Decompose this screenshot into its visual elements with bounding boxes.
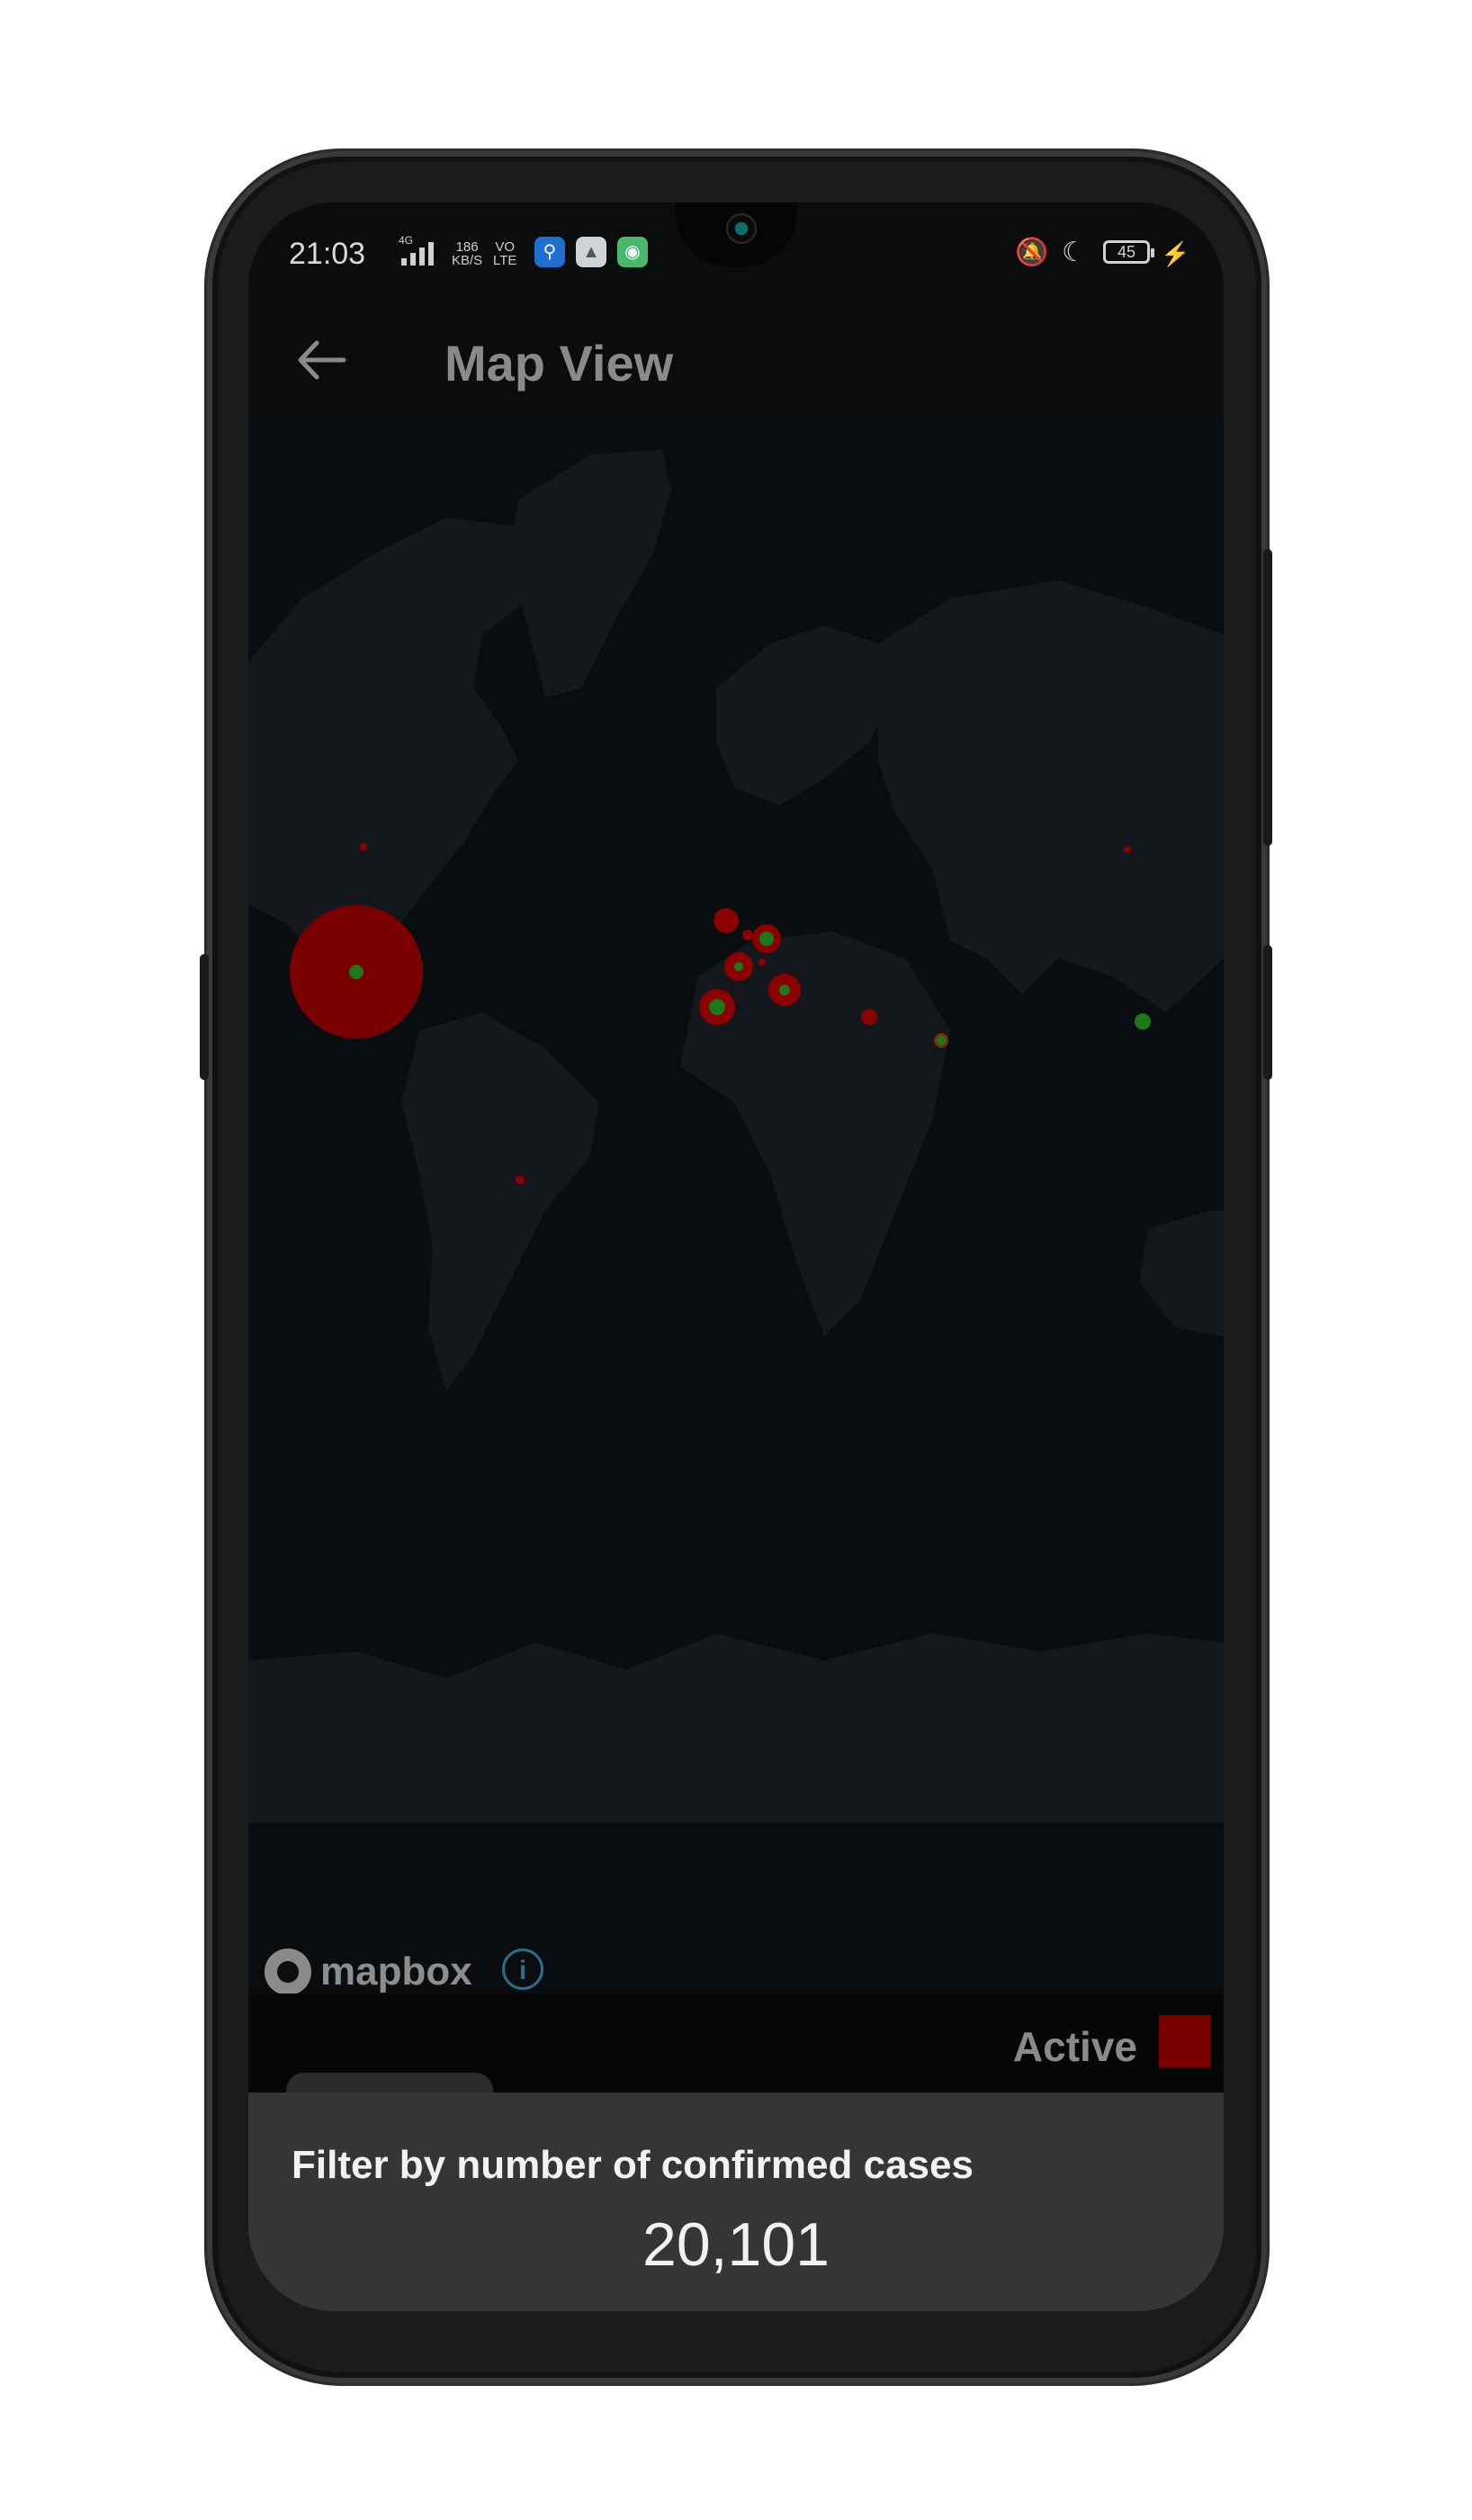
mapbox-logo-icon [265, 1948, 311, 1995]
landmass-europe [716, 626, 896, 806]
power-button [1263, 549, 1272, 846]
back-button[interactable] [293, 338, 347, 382]
marker-canada[interactable] [360, 843, 367, 850]
mute-icon: 🔕 [1015, 238, 1049, 267]
page-title: Map View [444, 335, 674, 392]
moon-icon: ☾ [1062, 238, 1086, 267]
info-icon[interactable]: i [502, 1948, 543, 1990]
marker-spain-recovered [709, 999, 725, 1015]
filter-value: 20,101 [642, 2210, 830, 2279]
landmass-australia [1139, 1210, 1224, 1336]
volte-indicator: VO LTE [493, 240, 516, 267]
marker-china[interactable] [1135, 1013, 1151, 1030]
volte-top: VO [495, 239, 516, 255]
status-time: 21:03 [289, 237, 366, 271]
marker-france-recovered [734, 962, 743, 971]
filter-bottom-sheet: Filter by number of confirmed cases 20,1… [248, 2092, 1224, 2311]
landmass-asia [878, 580, 1224, 1012]
legend-active-swatch [1159, 2015, 1211, 2067]
side-button [1263, 945, 1272, 1080]
landmass-greenland [509, 450, 671, 698]
marker-brazil[interactable] [516, 1175, 525, 1184]
front-camera [726, 213, 757, 244]
marker-italy-recovered [779, 985, 790, 995]
legend-active-label: Active [1012, 2023, 1137, 2070]
marker-uk[interactable] [714, 908, 739, 933]
charging-icon: ⚡ [1161, 240, 1190, 267]
world-map[interactable]: mapbox i [248, 418, 1224, 1995]
speed-unit: KB/S [452, 253, 483, 268]
volte-bottom: LTE [493, 253, 517, 268]
phone-screen: 21:03 4G 186 KB/S VO LTE ⚲ ▲ ◉ 🔕 ☾ 45 ⚡ … [248, 202, 1224, 2311]
marker-russia[interactable] [1124, 846, 1131, 853]
network-speed: 186 KB/S [452, 240, 482, 267]
drive-icon: ▲ [576, 237, 606, 267]
back-arrow-icon [298, 340, 346, 380]
landmass-antarctica [248, 1634, 1224, 1822]
app-toolbar: Map View [248, 302, 1224, 418]
usb-icon: ⚲ [534, 237, 565, 267]
battery-icon: 45 [1103, 240, 1154, 264]
filter-title: Filter by number of confirmed cases [292, 2143, 974, 2187]
marker-switzerland[interactable] [758, 958, 766, 966]
mapbox-text: mapbox [320, 1949, 472, 1994]
volume-button [200, 954, 209, 1080]
signal-icon [401, 242, 434, 266]
speed-value: 186 [455, 239, 479, 255]
app-notification-icon: ◉ [617, 237, 648, 267]
marker-iran-recovered [937, 1036, 946, 1045]
mapbox-attribution[interactable]: mapbox [265, 1948, 472, 1995]
marker-netherlands[interactable] [742, 930, 753, 940]
marker-turkey[interactable] [861, 1009, 877, 1025]
marker-germany-recovered [759, 932, 774, 946]
map-landmass [248, 450, 1224, 1822]
landmass-south-america [401, 1012, 599, 1390]
marker-usa-recovered [349, 965, 364, 979]
legend-bar: Active [248, 1994, 1224, 2100]
